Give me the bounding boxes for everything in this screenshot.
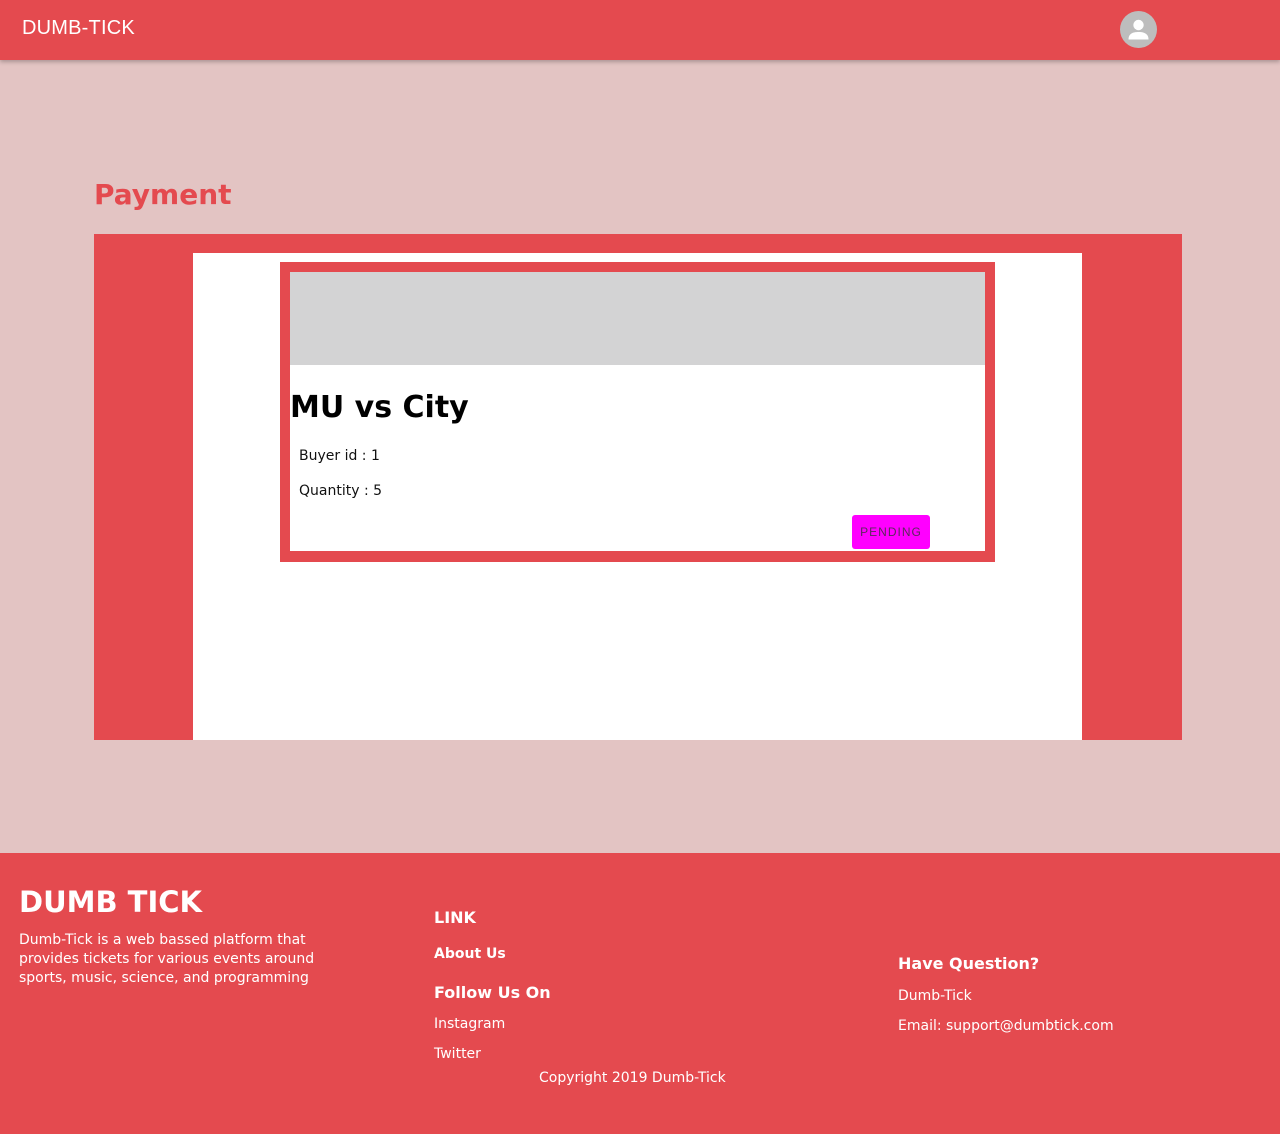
ticket-card: MU vs City Buyer id : 1 Quantity : 5 PEN…: [280, 262, 995, 562]
footer-about-us-link[interactable]: About Us: [434, 946, 506, 962]
footer-brand: DUMB TICK: [19, 885, 203, 919]
footer-instagram-link[interactable]: Instagram: [434, 1016, 505, 1032]
app-bar: DUMB-TICK: [0, 0, 1280, 60]
footer-link-heading: LINK: [434, 908, 476, 927]
page-title: Payment: [94, 178, 232, 211]
footer-follow-heading: Follow Us On: [434, 983, 551, 1002]
footer: DUMB TICK Dumb-Tick is a web bassed plat…: [0, 853, 1280, 1134]
footer-description: Dumb-Tick is a web bassed platform that …: [19, 932, 315, 986]
footer-twitter-link[interactable]: Twitter: [434, 1046, 481, 1062]
ticket-quantity: Quantity : 5: [299, 483, 383, 499]
status-pending-button[interactable]: PENDING: [852, 515, 930, 549]
payment-panel: MU vs City Buyer id : 1 Quantity : 5 PEN…: [94, 234, 1182, 740]
footer-copyright: Copyright 2019 Dumb-Tick: [539, 1070, 726, 1086]
footer-contact-name: Dumb-Tick: [898, 988, 972, 1004]
account-circle-icon[interactable]: [1120, 11, 1157, 48]
event-title: MU vs City: [290, 390, 469, 425]
event-image-placeholder: [290, 272, 985, 365]
brand-logo[interactable]: DUMB-TICK: [22, 17, 135, 40]
buyer-id: Buyer id : 1: [299, 448, 380, 464]
footer-question-heading: Have Question?: [898, 954, 1040, 973]
footer-contact-email: Email: support@dumbtick.com: [898, 1018, 1114, 1034]
payment-panel-content: MU vs City Buyer id : 1 Quantity : 5 PEN…: [193, 253, 1082, 740]
